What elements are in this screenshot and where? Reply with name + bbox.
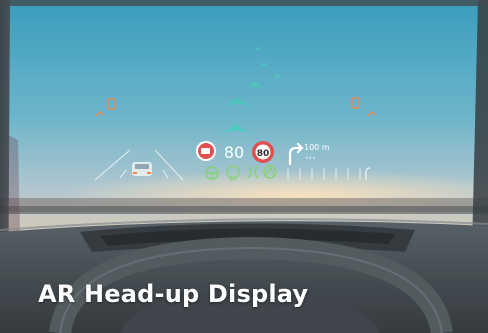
caption-title: AR Head-up Display bbox=[38, 280, 309, 308]
